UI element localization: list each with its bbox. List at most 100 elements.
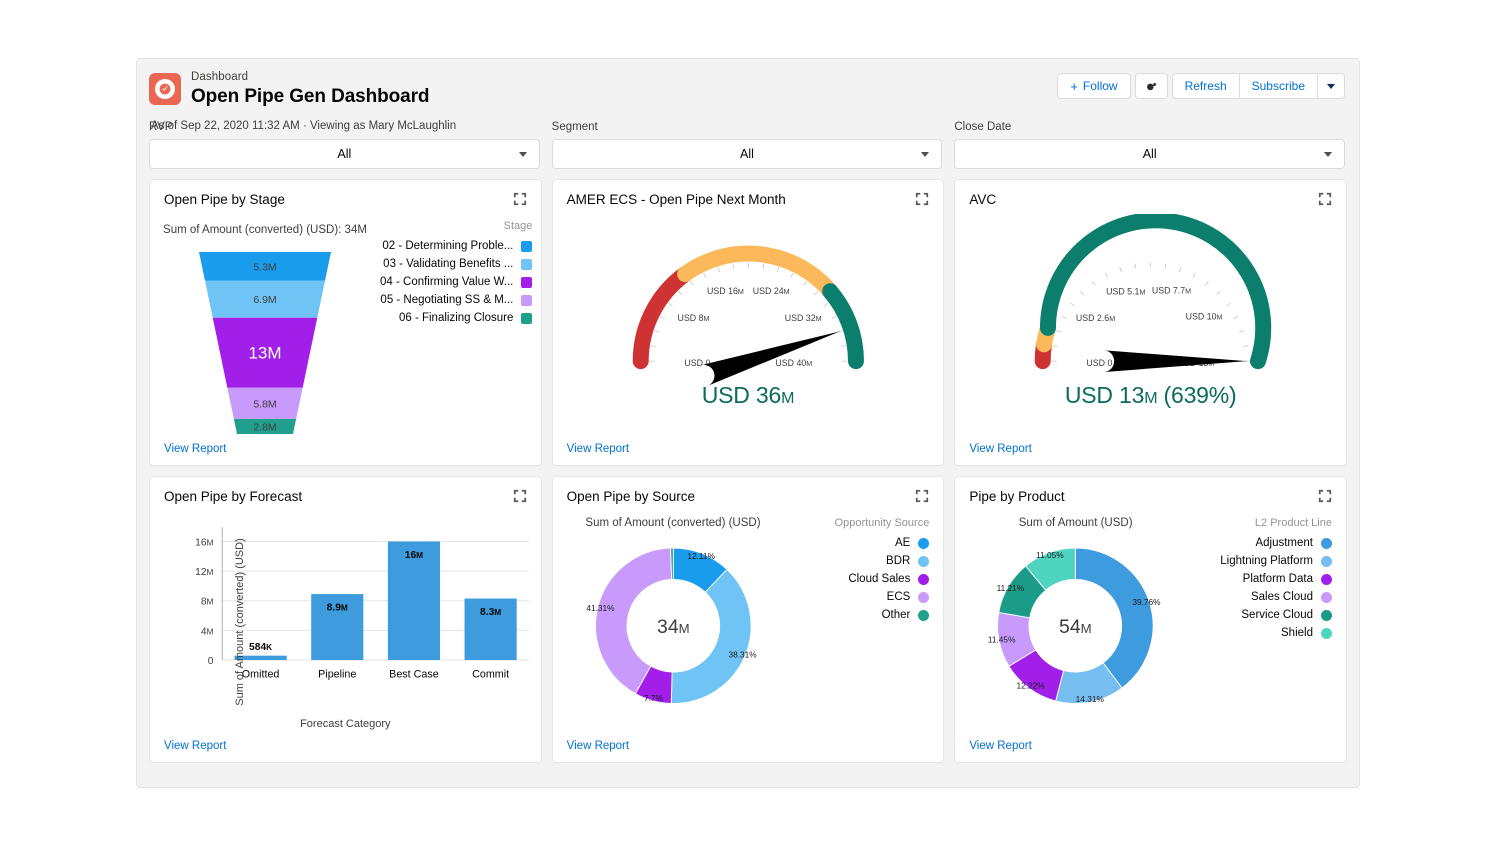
donut-caption: Sum of Amount (converted) (USD) <box>585 517 761 529</box>
view-report-link[interactable]: View Report <box>567 740 629 752</box>
gauge-tick <box>732 263 734 269</box>
gauge-tick <box>813 290 819 296</box>
filter-rvp-select[interactable]: All <box>149 139 540 169</box>
dashboard-app: Dashboard Open Pipe Gen Dashboard As of … <box>136 58 1360 788</box>
donut-slice-label: 14.31% <box>1076 694 1105 704</box>
legend-item-label: 06 - Finalizing Closure <box>398 312 514 324</box>
follow-button-label: Follow <box>1082 79 1118 93</box>
gauge-tick <box>717 267 720 273</box>
legend-item[interactable]: Other <box>793 609 930 621</box>
expand-icon[interactable] <box>513 192 527 206</box>
dashboard-header: Dashboard Open Pipe Gen Dashboard As of … <box>137 59 1359 132</box>
legend-item[interactable]: Sales Cloud <box>1196 591 1332 603</box>
header-title-block: Dashboard Open Pipe Gen Dashboard <box>191 71 430 108</box>
gauge-tick <box>659 315 665 319</box>
legend-title: Opportunity Source <box>834 517 930 529</box>
view-report-link[interactable]: View Report <box>969 740 1031 752</box>
gauge-tick <box>802 280 807 286</box>
gauge-tick <box>1134 263 1137 269</box>
gauge-tick-label: USD 7.7M <box>1152 286 1191 296</box>
expand-icon[interactable] <box>513 489 527 503</box>
donut-legend-product: L2 Product Line Adjustment Lightning Plat… <box>1196 511 1346 732</box>
header-button-group: Refresh Subscribe <box>1171 73 1345 99</box>
legend-item[interactable]: Platform Data <box>1196 573 1332 585</box>
card-avc: AVC USD 0 USD 2.6M USD 5.1M USD 7.7M USD 10M… <box>954 179 1347 466</box>
gauge-value-unit: M <box>781 390 795 407</box>
funnel-segment-label: 2.8M <box>253 421 276 433</box>
legend-item-label: ECS <box>886 591 911 603</box>
donut-center-total: 54M <box>1059 616 1092 638</box>
donut-slice[interactable] <box>670 568 752 704</box>
donut-center-total: 34M <box>657 616 690 638</box>
donut-slice[interactable] <box>1075 547 1154 689</box>
bar-value-label: 16M <box>405 550 423 561</box>
donut-caption: Sum of Amount (USD) <box>1018 517 1133 529</box>
view-report-link[interactable]: View Report <box>969 443 1031 455</box>
gauge-tick <box>762 263 764 269</box>
legend-item-label: BDR <box>886 555 911 567</box>
follow-button[interactable]: + Follow <box>1057 73 1131 99</box>
megaphone-button[interactable] <box>1134 73 1168 99</box>
expand-icon[interactable] <box>915 489 929 503</box>
gauge-tick <box>650 345 656 347</box>
funnel-legend: Stage 02 - Determining Proble... 03 - Val… <box>380 214 541 435</box>
legend-item[interactable]: Adjustment <box>1196 537 1332 549</box>
expand-icon[interactable] <box>1318 192 1332 206</box>
gauge-tick <box>1164 263 1167 269</box>
legend-item-label: Platform Data <box>1242 573 1313 585</box>
dashboard-logo-icon <box>149 73 181 105</box>
legend-item[interactable]: Service Cloud <box>1196 609 1332 621</box>
legend-item[interactable]: 05 - Negotiating SS & M... <box>380 294 533 306</box>
gauge-value-unit: M <box>1144 390 1158 407</box>
gauge-tick <box>702 272 706 278</box>
filter-close-date-select[interactable]: All <box>954 139 1346 169</box>
gauge-tick-label: USD 0 <box>684 358 710 368</box>
gauge-tick-label: USD 24M <box>752 286 789 296</box>
gauge-tick <box>840 345 846 347</box>
legend-swatch <box>1320 591 1332 603</box>
legend-item-label: AE <box>894 537 911 549</box>
view-report-link[interactable]: View Report <box>164 443 226 455</box>
page-title: Open Pipe Gen Dashboard <box>191 86 430 108</box>
donut-slice-label: 38.31% <box>728 649 757 659</box>
gauge-chart-avc: USD 0 USD 2.6M USD 5.1M USD 7.7M USD 10M USD … <box>955 212 1346 435</box>
legend-item[interactable]: 06 - Finalizing Closure <box>380 312 533 324</box>
view-report-link[interactable]: View Report <box>164 740 226 752</box>
funnel-svg: 5.3M 6.9M 13M 5.8M 2.8M <box>199 252 331 434</box>
gauge-tick-label: USD 32M <box>784 313 821 323</box>
card-title: AMER ECS - Open Pipe Next Month <box>566 192 786 207</box>
more-actions-button[interactable] <box>1318 73 1345 99</box>
refresh-button[interactable]: Refresh <box>1171 73 1240 99</box>
legend-item[interactable]: BDR <box>793 555 930 567</box>
legend-item[interactable]: 03 - Validating Benefits ... <box>380 258 533 270</box>
donut-slice-label: 39.76% <box>1133 597 1162 607</box>
legend-item[interactable]: 04 - Confirming Value W... <box>380 276 533 288</box>
breadcrumb: Dashboard <box>191 71 249 83</box>
legend-item[interactable]: Cloud Sales <box>793 573 930 585</box>
donut-slice-label: 12.22% <box>1017 681 1046 691</box>
legend-item[interactable]: Lightning Platform <box>1196 555 1332 567</box>
gauge-tick-label: USD 40M <box>775 358 812 368</box>
legend-item[interactable]: ECS <box>793 591 930 603</box>
x-axis-tick-label: Best Case <box>389 669 439 681</box>
view-report-link[interactable]: View Report <box>567 443 629 455</box>
legend-title: L2 Product Line <box>1254 517 1332 529</box>
subscribe-button[interactable]: Subscribe <box>1239 73 1318 99</box>
expand-icon[interactable] <box>915 192 929 206</box>
x-axis-tick-label: Commit <box>472 669 509 681</box>
legend-item-label: 03 - Validating Benefits ... <box>383 258 514 270</box>
legend-swatch <box>521 258 533 270</box>
legend-item[interactable]: Shield <box>1196 627 1332 639</box>
filter-segment-select[interactable]: All <box>551 139 943 169</box>
gauge-tick <box>653 330 659 333</box>
legend-item-label: Shield <box>1281 627 1313 639</box>
legend-item[interactable]: AE <box>793 537 930 549</box>
card-title: Open Pipe by Source <box>566 489 695 504</box>
filter-close-date-value: All <box>1142 147 1157 161</box>
legend-item-label: Service Cloud <box>1241 609 1313 621</box>
legend-item[interactable]: 02 - Determining Proble... <box>380 240 533 252</box>
legend-swatch <box>521 312 533 324</box>
legend-item-label: Other <box>881 609 911 621</box>
expand-icon[interactable] <box>1318 489 1332 503</box>
donut-slice-label: 11.05% <box>1036 550 1064 560</box>
